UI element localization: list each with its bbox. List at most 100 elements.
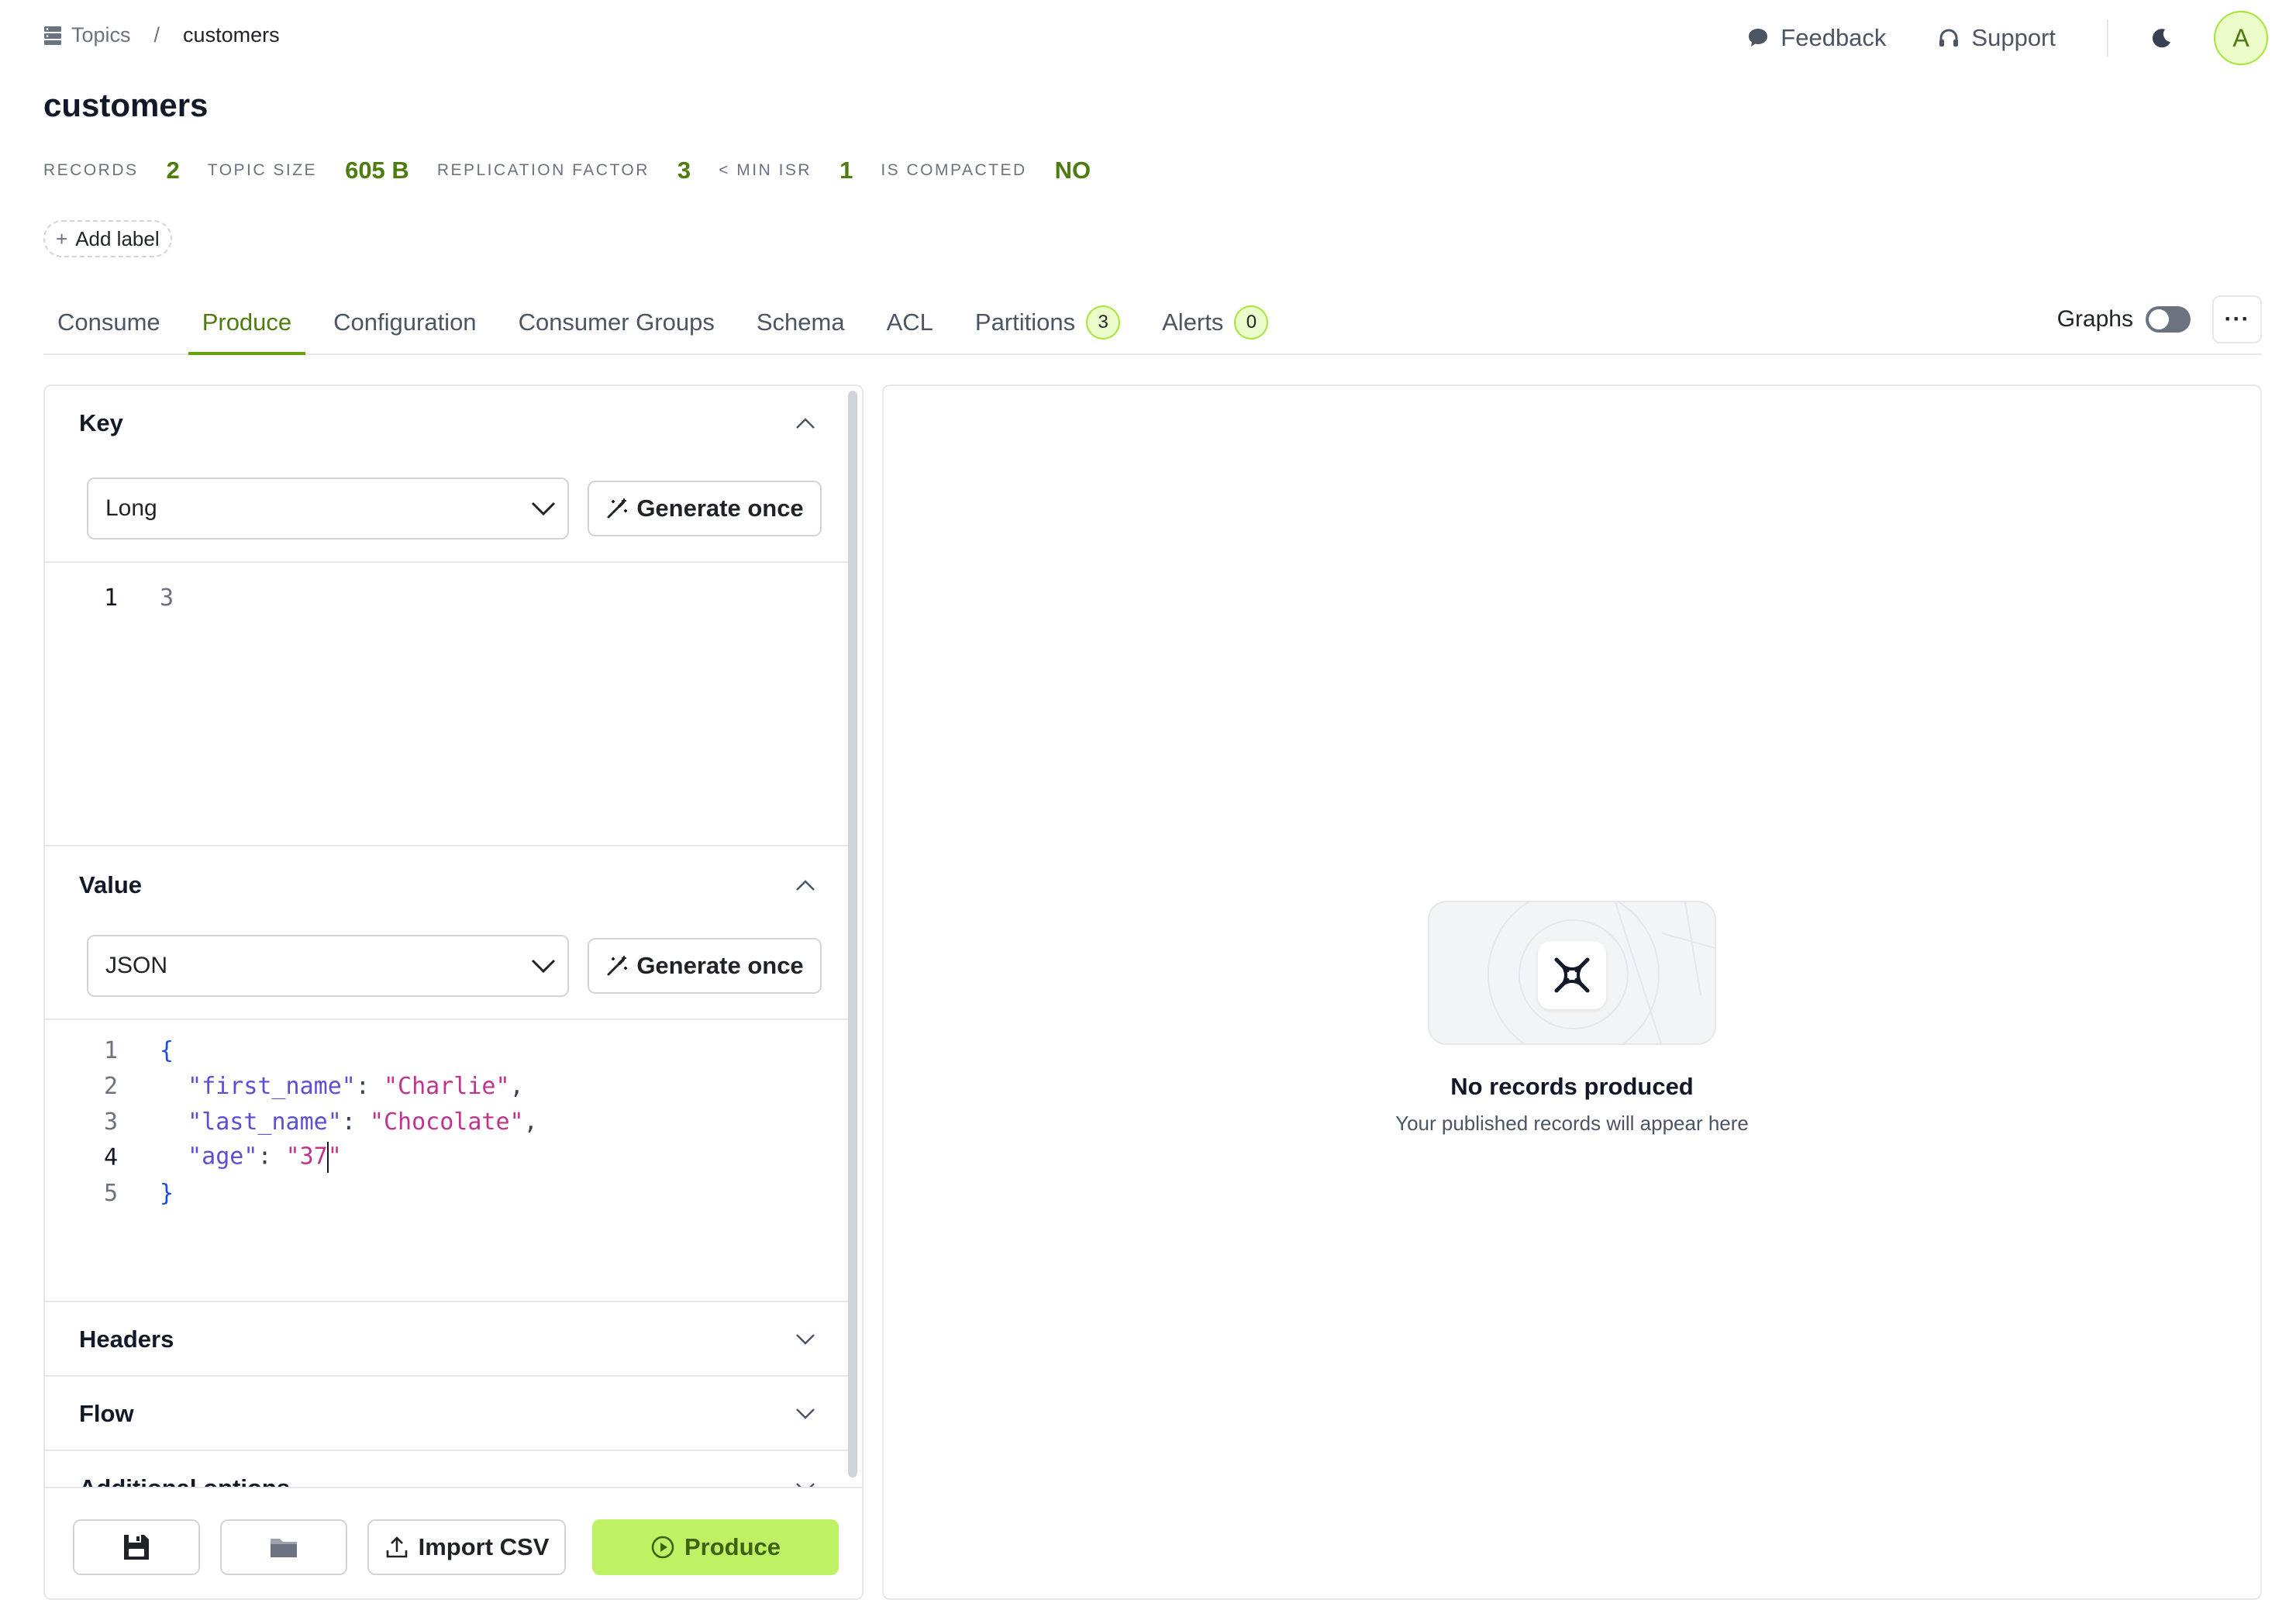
- page-title: customers: [43, 87, 209, 123]
- code-line: 2 "first_name": "Charlie",: [45, 1068, 848, 1104]
- line-number: 4: [103, 1143, 118, 1171]
- breadcrumb-topics-link[interactable]: Topics: [43, 23, 131, 47]
- partitions-count-badge: 3: [1086, 305, 1121, 340]
- form-scrollbar[interactable]: [848, 391, 857, 1477]
- value-generate-label: Generate once: [636, 952, 804, 979]
- headers-section-header[interactable]: Headers: [45, 1302, 848, 1377]
- tab-toolbar: Graphs ···: [2057, 295, 2262, 344]
- flow-section-header[interactable]: Flow: [45, 1377, 848, 1451]
- code-string: "Charlie": [384, 1072, 510, 1100]
- line-number: 1: [103, 584, 118, 612]
- tab-consume[interactable]: Consume: [43, 291, 174, 353]
- empty-state-illustration: [1428, 901, 1716, 1045]
- stat-compacted-value: NO: [1054, 157, 1091, 184]
- support-label: Support: [1971, 24, 2056, 51]
- code-punct: :: [341, 1108, 370, 1136]
- divider: [45, 1019, 848, 1020]
- stat-records-value: 2: [166, 157, 180, 184]
- feedback-link[interactable]: Feedback: [1746, 24, 1886, 52]
- key-editor[interactable]: 1 3: [45, 580, 848, 615]
- database-icon: [44, 26, 61, 45]
- tab-schema[interactable]: Schema: [743, 291, 859, 353]
- code-line: 1 3: [45, 580, 848, 615]
- breadcrumb-topics-label: Topics: [71, 23, 131, 47]
- play-circle-icon: [651, 1536, 674, 1559]
- code-string: ": [327, 1143, 342, 1171]
- code-key: "age": [188, 1143, 258, 1171]
- code-punct: :: [257, 1143, 286, 1171]
- chevron-down-icon: [531, 959, 556, 974]
- code-line: 3 "last_name": "Chocolate",: [45, 1104, 848, 1139]
- chevron-down-icon: [796, 1334, 815, 1345]
- value-generate-once-button[interactable]: Generate once: [588, 938, 822, 994]
- produce-button[interactable]: Produce: [592, 1519, 839, 1575]
- stat-topic-size-label: TOPIC SIZE: [207, 161, 318, 179]
- tab-consumer-groups[interactable]: Consumer Groups: [505, 291, 729, 353]
- tab-acl[interactable]: ACL: [873, 291, 947, 353]
- upload-icon: [386, 1536, 407, 1558]
- value-section-title: Value: [79, 871, 142, 898]
- magic-wand-icon: [607, 498, 628, 519]
- add-label-text: Add label: [75, 226, 160, 250]
- tab-label: Schema: [756, 309, 845, 336]
- code-key: "last_name": [188, 1108, 342, 1136]
- value-type-select[interactable]: JSON: [87, 935, 569, 997]
- code-line: 1 {: [45, 1033, 848, 1068]
- stat-records-label: RECORDS: [43, 161, 139, 179]
- import-csv-label: Import CSV: [418, 1533, 550, 1560]
- chevron-down-icon: [796, 1408, 815, 1419]
- feedback-label: Feedback: [1781, 24, 1887, 51]
- tab-label: Produce: [202, 309, 292, 336]
- line-number: 3: [103, 1108, 118, 1136]
- tab-configuration[interactable]: Configuration: [319, 291, 490, 353]
- tab-alerts[interactable]: Alerts 0: [1148, 291, 1282, 353]
- code-punct: ,: [509, 1072, 524, 1100]
- tab-produce[interactable]: Produce: [188, 291, 306, 355]
- stat-min-isr-value: 1: [839, 157, 853, 184]
- import-csv-button[interactable]: Import CSV: [367, 1519, 566, 1575]
- divider: [45, 561, 848, 563]
- line-number: 5: [103, 1179, 118, 1207]
- chevron-up-icon: [796, 880, 815, 891]
- add-label-button[interactable]: + Add label: [43, 220, 172, 257]
- chevron-up-icon: [796, 418, 815, 429]
- breadcrumb-separator: /: [153, 23, 160, 47]
- key-section-header[interactable]: Key: [45, 386, 848, 460]
- save-button[interactable]: [73, 1519, 200, 1575]
- floppy-disk-icon: [124, 1535, 149, 1560]
- produced-records-panel: No records produced Your published recor…: [882, 384, 2262, 1600]
- more-options-button[interactable]: ···: [2212, 295, 2262, 343]
- key-generate-once-button[interactable]: Generate once: [588, 481, 822, 536]
- top-bar: Topics / customers Feedback Support A: [0, 0, 2296, 74]
- chat-bubble-icon: [1749, 29, 1768, 47]
- stat-replication-label: REPLICATION FACTOR: [436, 161, 650, 179]
- flow-section-title: Flow: [79, 1400, 134, 1427]
- value-type-value: JSON: [105, 953, 168, 978]
- stat-topic-size-value: 605 B: [345, 157, 409, 184]
- line-number: 2: [103, 1072, 118, 1100]
- header-divider: [2107, 19, 2108, 57]
- plus-icon: +: [56, 226, 68, 250]
- value-section-header[interactable]: Value: [45, 848, 848, 922]
- value-editor[interactable]: 1 { 2 "first_name": "Charlie", 3 "last_n…: [45, 1033, 848, 1211]
- theme-toggle-button[interactable]: [2147, 24, 2175, 52]
- tab-partitions[interactable]: Partitions 3: [961, 291, 1134, 353]
- toggle-knob: [2149, 309, 2169, 329]
- code-string: "37: [285, 1143, 328, 1171]
- topic-tabs: Consume Produce Configuration Consumer G…: [43, 291, 2262, 355]
- open-folder-button[interactable]: [220, 1519, 347, 1575]
- line-number: 1: [103, 1036, 118, 1064]
- code-line: 5 }: [45, 1175, 848, 1211]
- code-brace: {: [160, 1036, 174, 1064]
- key-type-select[interactable]: Long: [87, 478, 569, 540]
- graphs-toggle[interactable]: [2146, 306, 2191, 333]
- magic-wand-icon: [607, 956, 628, 976]
- user-avatar[interactable]: A: [2214, 11, 2268, 65]
- support-link[interactable]: Support: [1937, 24, 2056, 52]
- topic-stats: RECORDS 2 TOPIC SIZE 605 B REPLICATION F…: [43, 155, 1119, 186]
- tab-label: Consumer Groups: [518, 309, 715, 336]
- breadcrumb-current: customers: [183, 23, 280, 47]
- divider: [45, 845, 848, 846]
- produce-label: Produce: [684, 1533, 781, 1560]
- empty-state-subtitle: Your published records will appear here: [1395, 1112, 1749, 1135]
